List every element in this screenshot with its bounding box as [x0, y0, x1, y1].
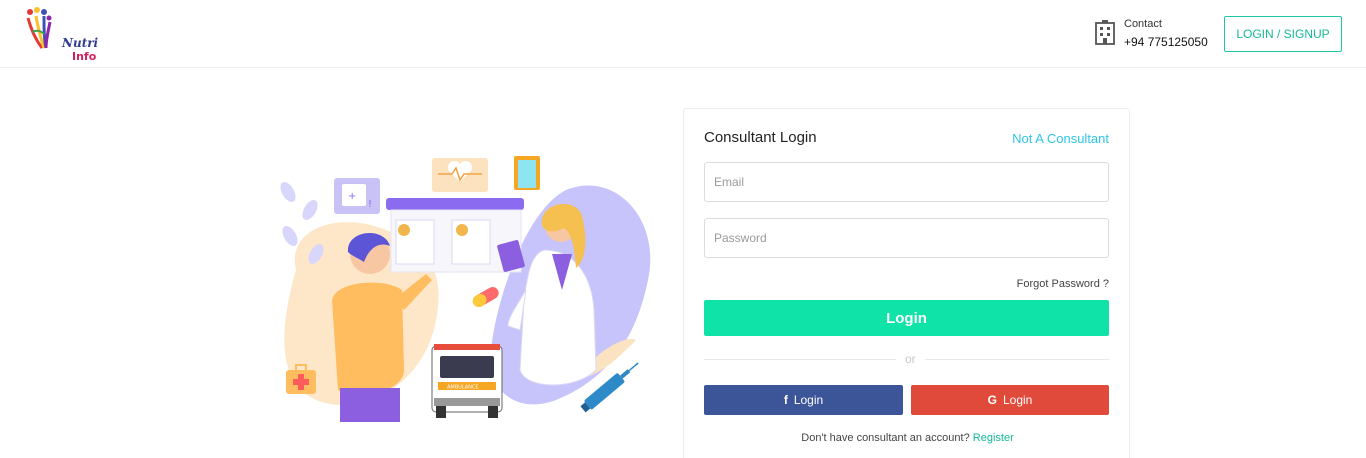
google-login-button[interactable]: G Login: [911, 385, 1109, 415]
google-login-label: Login: [1002, 393, 1033, 407]
register-prompt: Don't have consultant an account? Regist…: [684, 432, 1131, 444]
forgot-password-link[interactable]: Forgot Password ?: [1017, 278, 1109, 290]
login-button[interactable]: Login: [704, 300, 1109, 336]
consultant-login-card: Consultant Login Not A Consultant Forgot…: [683, 108, 1130, 458]
facebook-login-button[interactable]: f Login: [704, 385, 903, 415]
not-a-consultant-link[interactable]: Not A Consultant: [1012, 131, 1109, 146]
card-title: Consultant Login: [704, 129, 817, 146]
doctor-consultation-illustration: + ! AMBULANCE: [276, 150, 656, 430]
svg-text:+: +: [348, 191, 356, 202]
logo-text-nutri: Nutri: [62, 36, 99, 50]
ambulance-label: AMBULANCE: [447, 385, 479, 391]
nutri-info-logo[interactable]: Nutri Info: [22, 6, 98, 63]
illustration-svg: + ! AMBULANCE: [280, 156, 651, 422]
password-input[interactable]: [704, 218, 1109, 258]
top-header: Nutri Info Contact +94 775125050 LOGIN /…: [0, 0, 1366, 68]
or-label: or: [896, 352, 925, 366]
building-icon: [1095, 20, 1115, 45]
ambulance-icon: AMBULANCE: [431, 344, 503, 418]
facebook-login-label: Login: [793, 393, 824, 407]
register-prompt-text: Don't have consultant an account?: [801, 432, 970, 444]
email-input[interactable]: [704, 162, 1109, 202]
register-link[interactable]: Register: [973, 432, 1014, 444]
google-icon: G: [987, 393, 997, 407]
login-signup-button[interactable]: LOGIN / SIGNUP: [1224, 16, 1342, 52]
contact-label: Contact: [1124, 18, 1162, 30]
facebook-icon: f: [783, 393, 788, 407]
contact-phone: +94 775125050: [1124, 35, 1208, 49]
logo-text-info: Info: [72, 50, 97, 63]
svg-text:!: !: [368, 199, 372, 210]
